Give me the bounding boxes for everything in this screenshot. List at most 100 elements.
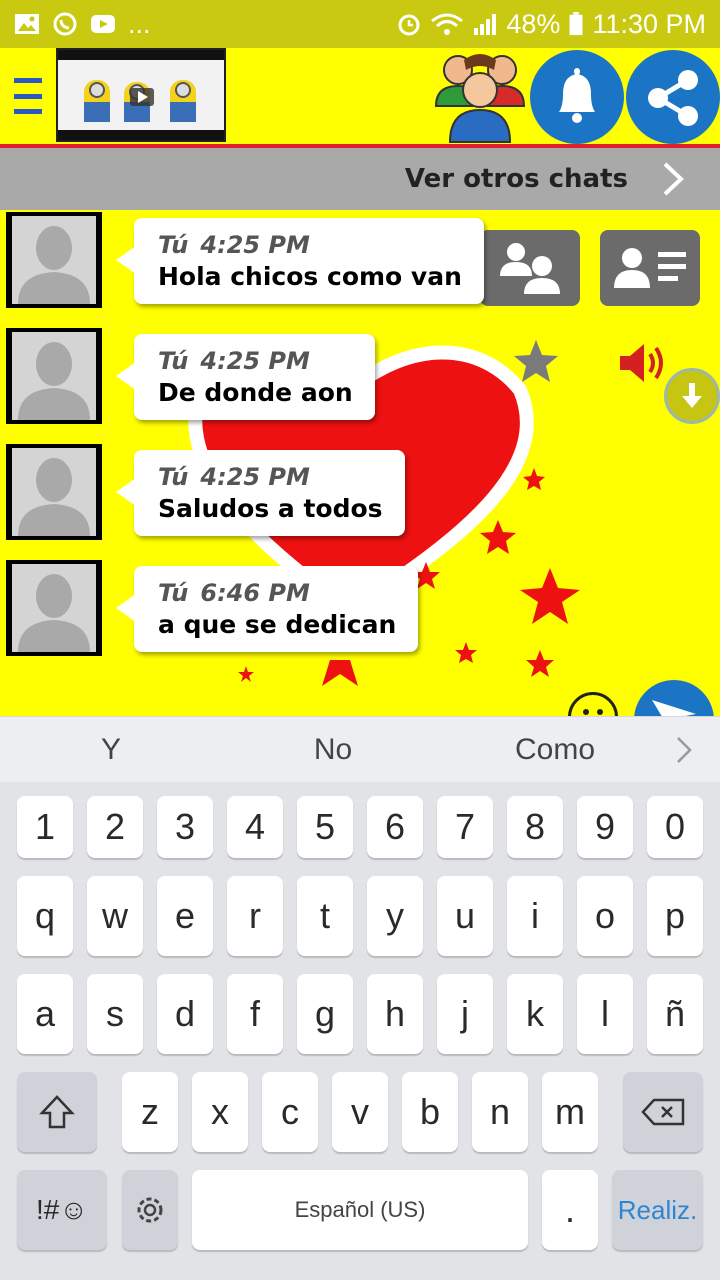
default-avatar-icon — [12, 216, 96, 304]
wifi-icon — [431, 13, 464, 35]
video-banner[interactable] — [56, 48, 226, 142]
key-u[interactable]: u — [437, 876, 493, 956]
send-button[interactable] — [634, 680, 714, 716]
suggestion-item[interactable]: No — [222, 733, 444, 767]
message-time: 4:25 PM — [200, 347, 310, 375]
backspace-key[interactable] — [623, 1072, 703, 1152]
message-bubble[interactable]: Tú 4:25 PM Hola chicos como van — [116, 218, 484, 304]
key-a[interactable]: a — [17, 974, 73, 1054]
key-n-tilde[interactable]: ñ — [647, 974, 703, 1054]
other-chats-bar[interactable]: Ver otros chats — [0, 148, 720, 210]
key-m[interactable]: m — [542, 1072, 598, 1152]
key-j[interactable]: j — [437, 974, 493, 1054]
key-6[interactable]: 6 — [367, 796, 423, 858]
key-h[interactable]: h — [367, 974, 423, 1054]
avatar[interactable] — [6, 560, 102, 656]
message-row: Tú 6:46 PM a que se dedican — [0, 560, 720, 660]
key-r[interactable]: r — [227, 876, 283, 956]
message-time: 6:46 PM — [200, 579, 310, 607]
message-row: Tú 4:25 PM De donde aon — [0, 328, 720, 428]
key-i[interactable]: i — [507, 876, 563, 956]
send-icon — [652, 700, 696, 716]
status-more: ... — [128, 8, 151, 39]
key-w[interactable]: w — [87, 876, 143, 956]
space-key[interactable]: Español (US) — [192, 1170, 528, 1250]
done-key[interactable]: Realiz. — [612, 1170, 703, 1250]
avatar[interactable] — [6, 328, 102, 424]
key-3[interactable]: 3 — [157, 796, 213, 858]
message-sender: Tú — [158, 347, 189, 375]
settings-key[interactable] — [122, 1170, 178, 1250]
key-5[interactable]: 5 — [297, 796, 353, 858]
key-0[interactable]: 0 — [647, 796, 703, 858]
key-s[interactable]: s — [87, 974, 143, 1054]
key-t[interactable]: t — [297, 876, 353, 956]
share-button[interactable] — [626, 50, 720, 144]
signal-icon — [474, 14, 497, 35]
key-e[interactable]: e — [157, 876, 213, 956]
message-text: Saludos a todos — [158, 494, 383, 523]
key-g[interactable]: g — [297, 974, 353, 1054]
battery-icon — [569, 12, 583, 36]
smiley-icon — [583, 709, 603, 715]
message-sender: Tú — [158, 231, 189, 259]
key-z[interactable]: z — [122, 1072, 178, 1152]
chat-area: Tú 4:25 PM Hola chicos como van Tú 4:25 PM… — [0, 210, 720, 716]
message-time: 4:25 PM — [200, 231, 310, 259]
symbols-key[interactable]: !#☺ — [17, 1170, 107, 1250]
gallery-icon — [15, 14, 39, 34]
emoji-button[interactable] — [568, 692, 618, 716]
message-sender: Tú — [158, 463, 189, 491]
whatsapp-icon — [53, 12, 77, 36]
message-row: Tú 4:25 PM Hola chicos como van — [0, 212, 720, 312]
key-p[interactable]: p — [647, 876, 703, 956]
key-4[interactable]: 4 — [227, 796, 283, 858]
message-bubble[interactable]: Tú 4:25 PM Saludos a todos — [116, 450, 405, 536]
key-l[interactable]: l — [577, 974, 633, 1054]
avatar[interactable] — [6, 212, 102, 308]
key-q[interactable]: q — [17, 876, 73, 956]
message-time: 4:25 PM — [200, 463, 310, 491]
key-b[interactable]: b — [402, 1072, 458, 1152]
users-icon[interactable] — [430, 48, 530, 144]
message-text: Hola chicos como van — [158, 262, 462, 291]
key-x[interactable]: x — [192, 1072, 248, 1152]
key-y[interactable]: y — [367, 876, 423, 956]
default-avatar-icon — [12, 332, 96, 420]
key-9[interactable]: 9 — [577, 796, 633, 858]
alarm-icon — [398, 14, 420, 36]
status-bar: ... 48% 11:30 PM — [0, 0, 720, 48]
app-header — [0, 48, 720, 148]
message-bubble[interactable]: Tú 4:25 PM De donde aon — [116, 334, 375, 420]
key-k[interactable]: k — [507, 974, 563, 1054]
shift-arrow-icon — [39, 1095, 75, 1129]
period-key[interactable]: . — [542, 1170, 598, 1250]
message-sender: Tú — [158, 579, 189, 607]
key-8[interactable]: 8 — [507, 796, 563, 858]
key-v[interactable]: v — [332, 1072, 388, 1152]
default-avatar-icon — [12, 448, 96, 536]
key-o[interactable]: o — [577, 876, 633, 956]
key-2[interactable]: 2 — [87, 796, 143, 858]
youtube-icon — [91, 15, 115, 33]
suggestion-bar: Y No Como — [0, 716, 720, 782]
suggestion-item[interactable]: Y — [0, 733, 222, 767]
key-7[interactable]: 7 — [437, 796, 493, 858]
gear-icon — [137, 1197, 163, 1223]
hamburger-menu-icon[interactable] — [14, 78, 42, 114]
suggestion-item[interactable]: Como — [444, 733, 666, 767]
share-icon — [648, 70, 698, 126]
key-1[interactable]: 1 — [17, 796, 73, 858]
battery-percent: 48% — [506, 8, 561, 39]
notifications-button[interactable] — [530, 50, 624, 144]
key-n[interactable]: n — [472, 1072, 528, 1152]
message-row: Tú 4:25 PM Saludos a todos — [0, 444, 720, 544]
key-c[interactable]: c — [262, 1072, 318, 1152]
avatar[interactable] — [6, 444, 102, 540]
chevron-right-icon[interactable] — [676, 736, 692, 764]
key-f[interactable]: f — [227, 974, 283, 1054]
minions-image — [58, 60, 224, 134]
key-d[interactable]: d — [157, 974, 213, 1054]
message-bubble[interactable]: Tú 6:46 PM a que se dedican — [115, 566, 419, 652]
shift-key[interactable] — [17, 1072, 97, 1152]
